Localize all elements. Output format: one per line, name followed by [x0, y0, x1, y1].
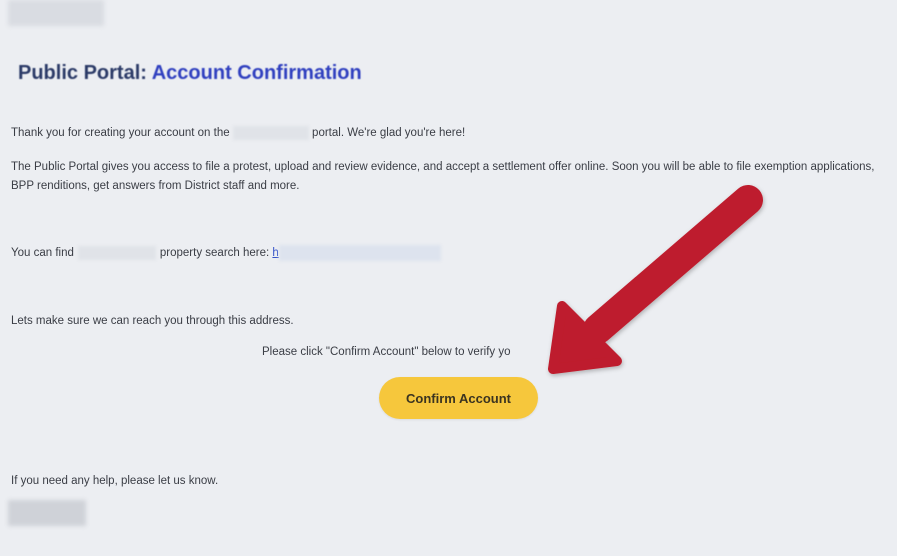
help-line: If you need any help, please let us know… — [11, 475, 219, 487]
property-search-text-start: You can find — [11, 247, 74, 259]
redacted-link-url[interactable] — [278, 244, 441, 261]
redacted-district-name — [77, 245, 156, 260]
obscured-text — [511, 345, 569, 359]
property-search-text-end: property search here: — [159, 247, 270, 259]
thank-you-text-end: portal. We're glad you're here! — [312, 127, 466, 139]
page-title: Public Portal: Account Confirmation — [18, 62, 362, 85]
redacted-logo — [8, 0, 104, 26]
verify-text-start: Please click "Confirm Account" below to … — [262, 346, 511, 358]
verify-instruction-line: Please click "Confirm Account" below to … — [262, 343, 602, 362]
verify-text-end: ldress: — [568, 346, 603, 358]
title-accent: Account Confirmation — [151, 62, 362, 84]
portal-description: The Public Portal gives you access to fi… — [11, 161, 875, 192]
property-search-line: You can find property search here: h — [11, 244, 441, 263]
thank-you-text-start: Thank you for creating your account on t… — [11, 127, 230, 139]
title-prefix: Public Portal: — [18, 62, 152, 84]
redacted-signature — [8, 500, 86, 526]
thank-you-line: Thank you for creating your account on t… — [11, 124, 465, 143]
reach-address-line: Lets make sure we can reach you through … — [11, 315, 294, 327]
redacted-org-name — [232, 125, 309, 140]
arrow-shaft — [583, 185, 763, 344]
confirm-account-button[interactable]: Confirm Account — [379, 377, 538, 419]
email-page: Public Portal: Account Confirmation Than… — [0, 0, 897, 556]
